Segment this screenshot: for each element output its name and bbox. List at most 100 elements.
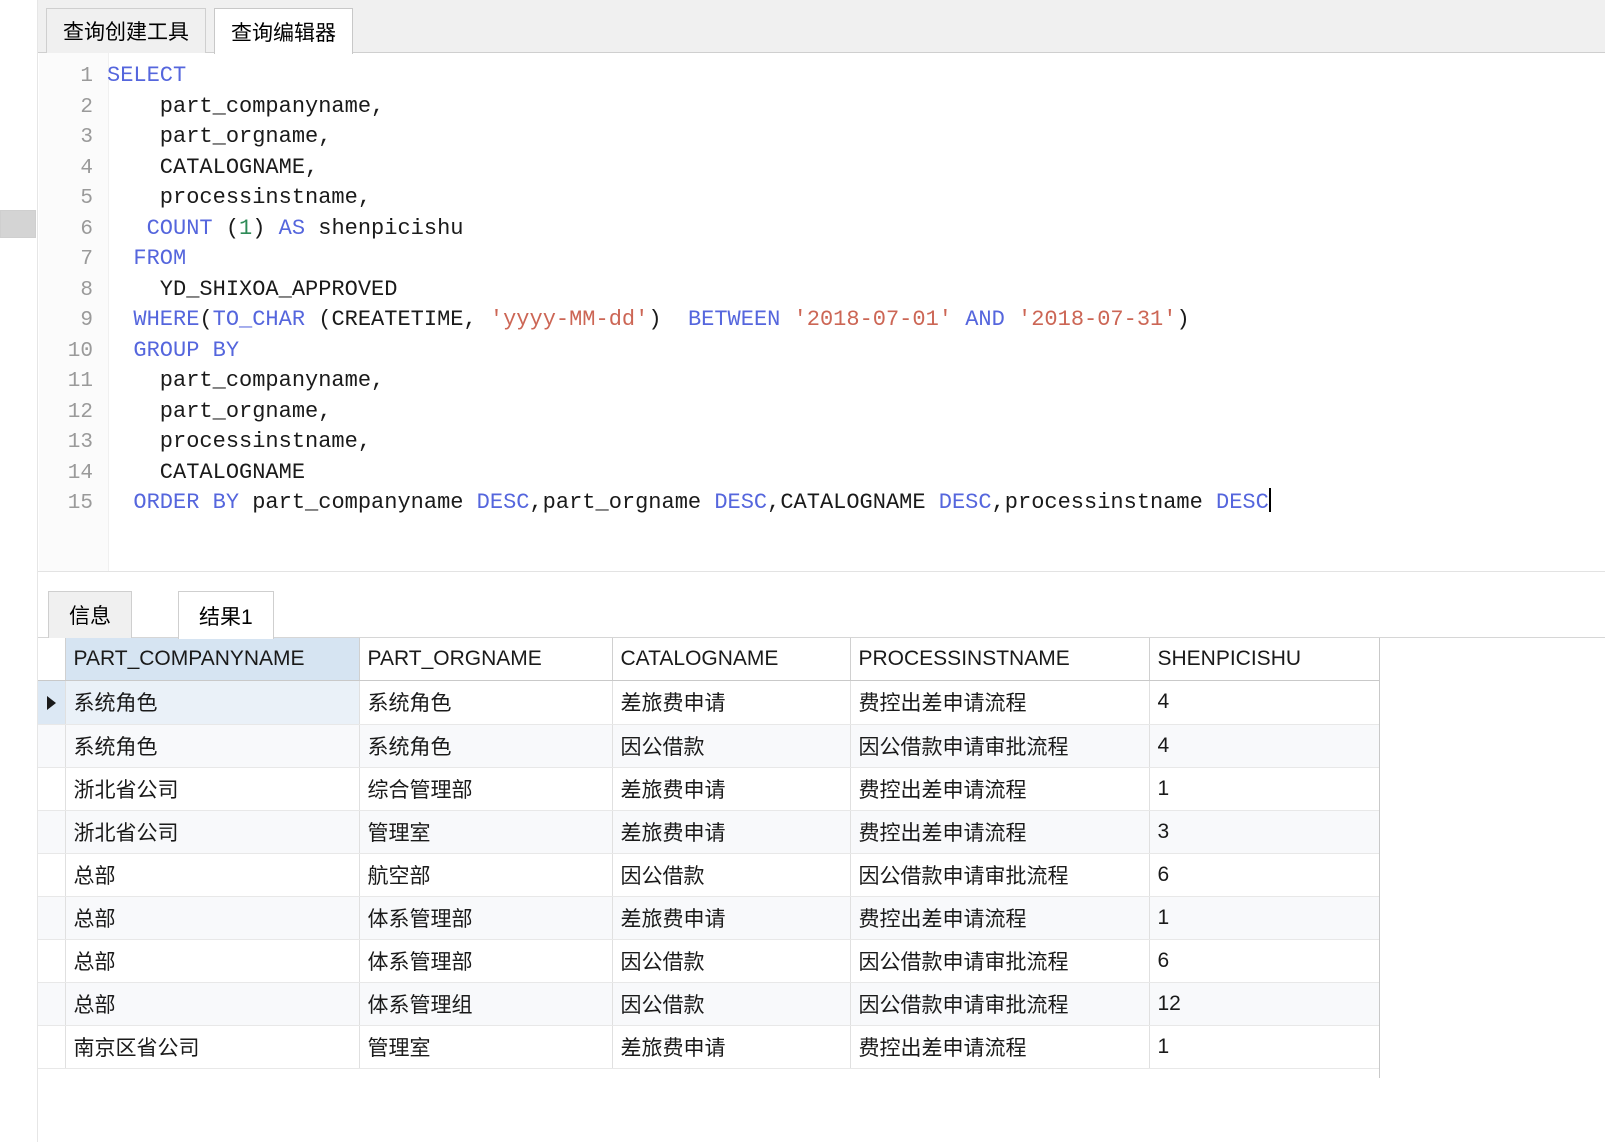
- code-token-src: [952, 307, 965, 332]
- row-indicator-cell[interactable]: [38, 724, 65, 767]
- tab-query-builder[interactable]: 查询创建工具: [46, 8, 206, 53]
- cell-processinstname[interactable]: 因公借款申请审批流程: [850, 724, 1149, 767]
- cell-shenpicishu[interactable]: 6: [1149, 939, 1379, 982]
- row-indicator-cell[interactable]: [38, 1025, 65, 1068]
- code-token-kw: ORDER BY: [133, 490, 239, 515]
- code-token-src: (: [213, 216, 239, 241]
- sql-code-area[interactable]: 1SELECT2 part_companyname,3 part_orgname…: [39, 61, 1605, 519]
- panel-collapse-handle[interactable]: [0, 210, 36, 238]
- row-indicator-cell[interactable]: [38, 810, 65, 853]
- table-row[interactable]: 系统角色系统角色因公借款因公借款申请审批流程4: [38, 724, 1379, 767]
- cell-shenpicishu[interactable]: 3: [1149, 810, 1379, 853]
- table-row[interactable]: 总部体系管理部因公借款因公借款申请审批流程6: [38, 939, 1379, 982]
- column-header-part_companyname[interactable]: PART_COMPANYNAME: [65, 638, 359, 680]
- cell-part_companyname[interactable]: 系统角色: [65, 724, 359, 767]
- code-token-src: part_orgname,: [107, 124, 331, 149]
- cell-shenpicishu[interactable]: 4: [1149, 680, 1379, 724]
- editor-results-splitter[interactable]: [38, 571, 1605, 587]
- tab-query-editor[interactable]: 查询编辑器: [214, 8, 353, 54]
- cell-processinstname[interactable]: 费控出差申请流程: [850, 896, 1149, 939]
- cell-part_orgname[interactable]: 体系管理部: [359, 939, 612, 982]
- table-row[interactable]: 总部航空部因公借款因公借款申请审批流程6: [38, 853, 1379, 896]
- cell-processinstname[interactable]: 费控出差申请流程: [850, 1025, 1149, 1068]
- cell-part_orgname[interactable]: 航空部: [359, 853, 612, 896]
- cell-part_orgname[interactable]: 系统角色: [359, 724, 612, 767]
- cell-part_companyname[interactable]: 系统角色: [65, 680, 359, 724]
- cell-shenpicishu[interactable]: 4: [1149, 724, 1379, 767]
- code-token-src: [107, 490, 133, 515]
- code-line: 1SELECT: [39, 61, 1605, 92]
- table-row[interactable]: 总部体系管理组因公借款因公借款申请审批流程12: [38, 982, 1379, 1025]
- line-number: 4: [39, 154, 107, 185]
- code-line: 13 processinstname,: [39, 427, 1605, 458]
- row-indicator-cell[interactable]: [38, 853, 65, 896]
- cell-shenpicishu[interactable]: 12: [1149, 982, 1379, 1025]
- cell-processinstname[interactable]: 因公借款申请审批流程: [850, 982, 1149, 1025]
- code-token-kw: WHERE: [133, 307, 199, 332]
- code-token-src: ,part_orgname: [529, 490, 714, 515]
- code-token-src: part_orgname,: [107, 399, 331, 424]
- column-header-processinstname[interactable]: PROCESSINSTNAME: [850, 638, 1149, 680]
- cell-part_companyname[interactable]: 总部: [65, 939, 359, 982]
- cell-part_companyname[interactable]: 总部: [65, 853, 359, 896]
- code-line: 15 ORDER BY part_companyname DESC,part_o…: [39, 488, 1605, 519]
- column-header-catalogname[interactable]: CATALOGNAME: [612, 638, 850, 680]
- results-grid-container[interactable]: PART_COMPANYNAMEPART_ORGNAMECATALOGNAMEP…: [38, 638, 1605, 1142]
- cell-part_orgname[interactable]: 体系管理组: [359, 982, 612, 1025]
- cell-catalogname[interactable]: 差旅费申请: [612, 810, 850, 853]
- tab-messages[interactable]: 信息: [48, 591, 132, 638]
- cell-catalogname[interactable]: 差旅费申请: [612, 767, 850, 810]
- code-line: 10 GROUP BY: [39, 336, 1605, 367]
- cell-shenpicishu[interactable]: 1: [1149, 1025, 1379, 1068]
- cell-part_orgname[interactable]: 管理室: [359, 1025, 612, 1068]
- cell-processinstname[interactable]: 费控出差申请流程: [850, 680, 1149, 724]
- table-row[interactable]: 总部体系管理部差旅费申请费控出差申请流程1: [38, 896, 1379, 939]
- cell-part_companyname[interactable]: 总部: [65, 896, 359, 939]
- cell-part_companyname[interactable]: 浙北省公司: [65, 767, 359, 810]
- cell-processinstname[interactable]: 费控出差申请流程: [850, 767, 1149, 810]
- cell-catalogname[interactable]: 差旅费申请: [612, 896, 850, 939]
- cell-processinstname[interactable]: 因公借款申请审批流程: [850, 853, 1149, 896]
- cell-catalogname[interactable]: 差旅费申请: [612, 1025, 850, 1068]
- row-indicator-cell[interactable]: [38, 680, 65, 724]
- cell-shenpicishu[interactable]: 1: [1149, 767, 1379, 810]
- row-indicator-cell[interactable]: [38, 982, 65, 1025]
- column-header-part_orgname[interactable]: PART_ORGNAME: [359, 638, 612, 680]
- cell-shenpicishu[interactable]: 6: [1149, 853, 1379, 896]
- code-token-src: [107, 246, 133, 271]
- tab-result-1-label: 结果1: [199, 601, 253, 631]
- column-header-shenpicishu[interactable]: SHENPICISHU: [1149, 638, 1379, 680]
- table-row[interactable]: 浙北省公司管理室差旅费申请费控出差申请流程3: [38, 810, 1379, 853]
- table-row[interactable]: 南京区省公司管理室差旅费申请费控出差申请流程1: [38, 1025, 1379, 1068]
- sql-client-window: 查询创建工具 查询编辑器 1SELECT2 part_companyname,3…: [0, 0, 1605, 1142]
- cell-part_companyname[interactable]: 总部: [65, 982, 359, 1025]
- cell-shenpicishu[interactable]: 1: [1149, 896, 1379, 939]
- code-line: 9 WHERE(TO_CHAR (CREATETIME, 'yyyy-MM-dd…: [39, 305, 1605, 336]
- row-indicator-cell[interactable]: [38, 767, 65, 810]
- cell-catalogname[interactable]: 因公借款: [612, 982, 850, 1025]
- line-number: 12: [39, 398, 107, 429]
- cell-catalogname[interactable]: 差旅费申请: [612, 680, 850, 724]
- cell-part_orgname[interactable]: 管理室: [359, 810, 612, 853]
- code-line: 4 CATALOGNAME,: [39, 153, 1605, 184]
- results-grid-body: 系统角色系统角色差旅费申请费控出差申请流程4系统角色系统角色因公借款因公借款申请…: [38, 680, 1379, 1068]
- cell-catalogname[interactable]: 因公借款: [612, 939, 850, 982]
- cell-part_companyname[interactable]: 南京区省公司: [65, 1025, 359, 1068]
- cell-processinstname[interactable]: 费控出差申请流程: [850, 810, 1149, 853]
- tab-result-1[interactable]: 结果1: [178, 591, 274, 639]
- row-indicator-cell[interactable]: [38, 896, 65, 939]
- cell-part_orgname[interactable]: 体系管理部: [359, 896, 612, 939]
- code-token-num: 1: [239, 216, 252, 241]
- cell-part_orgname[interactable]: 系统角色: [359, 680, 612, 724]
- cell-processinstname[interactable]: 因公借款申请审批流程: [850, 939, 1149, 982]
- cell-catalogname[interactable]: 因公借款: [612, 724, 850, 767]
- cell-catalogname[interactable]: 因公借款: [612, 853, 850, 896]
- cell-part_orgname[interactable]: 综合管理部: [359, 767, 612, 810]
- cell-part_companyname[interactable]: 浙北省公司: [65, 810, 359, 853]
- table-row[interactable]: 浙北省公司综合管理部差旅费申请费控出差申请流程1: [38, 767, 1379, 810]
- line-number: 8: [39, 276, 107, 307]
- sql-editor[interactable]: 1SELECT2 part_companyname,3 part_orgname…: [39, 53, 1605, 571]
- row-indicator-cell[interactable]: [38, 939, 65, 982]
- table-row[interactable]: 系统角色系统角色差旅费申请费控出差申请流程4: [38, 680, 1379, 724]
- line-number: 11: [39, 367, 107, 398]
